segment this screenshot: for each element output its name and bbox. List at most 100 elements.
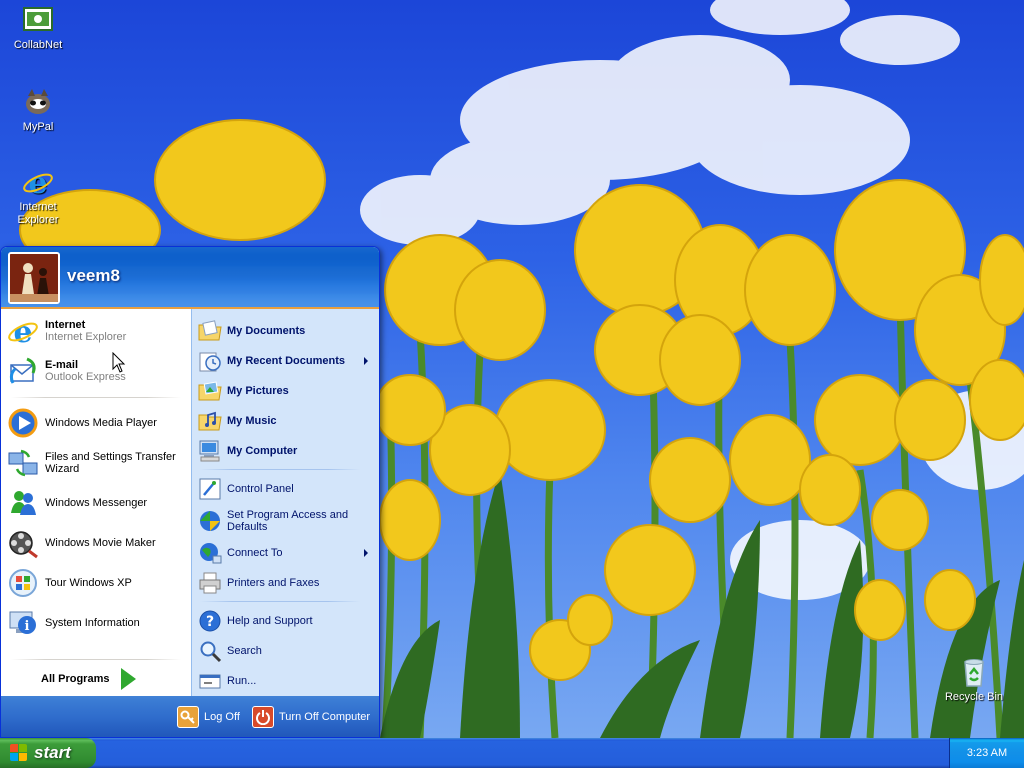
recent-item-label: Windows Movie Maker: [45, 537, 156, 549]
control-panel-icon: [198, 477, 222, 501]
setting-connect-to[interactable]: Connect To: [198, 539, 374, 567]
setting-control-panel[interactable]: Control Panel: [198, 475, 374, 503]
messenger-icon: [7, 487, 39, 519]
recent-item-movie-maker[interactable]: Windows Movie Maker: [7, 525, 185, 561]
place-my-recent-documents[interactable]: My Recent Documents: [198, 347, 374, 375]
help-label: Run...: [227, 675, 257, 687]
place-my-music[interactable]: My Music: [198, 407, 374, 435]
recent-item-transfer-wizard[interactable]: Files and Settings Transfer Wizard: [7, 445, 185, 481]
power-icon: [252, 706, 274, 728]
left-separator: [11, 397, 181, 398]
mouse-cursor-icon: [112, 352, 126, 373]
help-label: Search: [227, 645, 262, 657]
svg-text:?: ?: [206, 614, 214, 630]
recent-item-label: Windows Media Player: [45, 417, 157, 429]
search-item[interactable]: Search: [198, 637, 374, 665]
computer-icon: [198, 439, 222, 463]
help-icon: ?: [198, 609, 222, 633]
place-my-pictures[interactable]: My Pictures: [198, 377, 374, 405]
log-off-button[interactable]: Log Off: [177, 705, 240, 729]
svg-text:i: i: [25, 619, 30, 634]
green-arrow-icon: [121, 668, 137, 690]
pictures-folder-icon: [198, 379, 222, 403]
connect-to-icon: [198, 541, 222, 565]
place-label: My Computer: [227, 445, 298, 457]
help-and-support[interactable]: ? Help and Support: [198, 607, 374, 635]
collabnet-icon: [22, 4, 54, 36]
start-menu-right-column: My Documents My Recent Documents My Pict…: [191, 309, 379, 696]
submenu-arrow-icon: [364, 357, 368, 365]
setting-printers-faxes[interactable]: Printers and Faxes: [198, 569, 374, 597]
setting-label: Control Panel: [227, 483, 294, 495]
taskbar: start 3:23 AM: [0, 738, 1024, 768]
setting-program-access[interactable]: Set Program Access and Defaults: [198, 505, 374, 537]
recent-item-tour-xp[interactable]: Tour Windows XP: [7, 565, 185, 601]
music-folder-icon: [198, 409, 222, 433]
recycle-bin-icon: [958, 656, 990, 688]
recent-item-label: Tour Windows XP: [45, 577, 132, 589]
recent-docs-icon: [198, 349, 222, 373]
outlook-express-icon: [7, 355, 39, 387]
recent-item-label: System Information: [45, 617, 140, 629]
folder-icon: [198, 319, 222, 343]
media-player-icon: [7, 407, 39, 439]
clock[interactable]: 3:23 AM: [967, 747, 1007, 759]
printer-icon: [198, 571, 222, 595]
user-avatar[interactable]: [8, 252, 60, 304]
desktop-icon-label: Internet Explorer: [17, 201, 59, 226]
place-my-documents[interactable]: My Documents: [198, 317, 374, 345]
desktop-icon-label: MyPal: [22, 121, 54, 133]
chess-pieces-icon: [10, 254, 58, 302]
help-label: Help and Support: [227, 615, 313, 627]
desktop-icon-label: CollabNet: [13, 39, 63, 51]
recent-item-label: Windows Messenger: [45, 497, 148, 509]
mypal-icon: [22, 86, 54, 118]
user-name: veem8: [67, 266, 120, 285]
all-programs-label: All Programs: [41, 673, 110, 685]
place-label: My Recent Documents: [227, 355, 345, 367]
desktop-icon-mypal[interactable]: MyPal: [0, 86, 76, 134]
setting-label: Set Program Access and Defaults: [227, 509, 349, 533]
svg-text:e: e: [13, 315, 32, 347]
start-menu-header: veem8: [1, 247, 379, 309]
key-icon: [177, 706, 199, 728]
run-item[interactable]: Run...: [198, 667, 374, 695]
start-menu-footer: Log Off Turn Off Computer: [1, 696, 379, 737]
turn-off-computer-button[interactable]: Turn Off Computer: [252, 705, 370, 729]
start-button[interactable]: start: [0, 738, 96, 768]
transfer-wizard-icon: [7, 447, 39, 479]
movie-maker-icon: [7, 527, 39, 559]
recent-item-media-player[interactable]: Windows Media Player: [7, 405, 185, 441]
windows-flag-icon: [10, 744, 28, 762]
search-icon: [198, 639, 222, 663]
left-separator: [11, 659, 181, 660]
log-off-label: Log Off: [204, 711, 240, 723]
svg-text:e: e: [28, 166, 47, 198]
recent-item-system-info[interactable]: i System Information: [7, 605, 185, 641]
system-info-icon: i: [7, 607, 39, 639]
internet-explorer-icon: e: [7, 315, 39, 350]
desktop-icon-collabnet[interactable]: CollabNet: [0, 4, 76, 52]
pinned-item-internet[interactable]: e Internet Internet Explorer: [7, 313, 185, 350]
run-icon: [198, 669, 222, 693]
desktop-icon-internet-explorer[interactable]: e Internet Explorer: [0, 166, 76, 227]
start-label: start: [34, 743, 71, 762]
right-separator: [200, 601, 360, 602]
pinned-item-email[interactable]: E-mail Outlook Express: [7, 353, 185, 389]
all-programs-button[interactable]: All Programs: [41, 667, 151, 691]
setting-label: Connect To: [227, 547, 283, 559]
recent-item-label: Files and Settings Transfer Wizard: [45, 451, 176, 475]
place-label: My Music: [227, 415, 277, 427]
pinned-item-subtitle: Internet Explorer: [45, 331, 127, 343]
setting-label: Printers and Faxes: [227, 577, 320, 589]
desktop-icon-recycle-bin[interactable]: Recycle Bin: [936, 656, 1012, 704]
internet-explorer-icon: e: [22, 166, 54, 201]
program-access-icon: [198, 509, 222, 533]
start-menu-left-column: e Internet Internet Explorer E-mail Outl…: [1, 309, 191, 696]
recent-item-messenger[interactable]: Windows Messenger: [7, 485, 185, 521]
desktop-icon-label: Recycle Bin: [944, 691, 1004, 703]
place-my-computer[interactable]: My Computer: [198, 437, 374, 465]
start-menu: veem8 e Internet Internet Explorer E-mai…: [0, 246, 380, 738]
system-tray: 3:23 AM: [949, 738, 1024, 768]
place-label: My Pictures: [227, 385, 289, 397]
